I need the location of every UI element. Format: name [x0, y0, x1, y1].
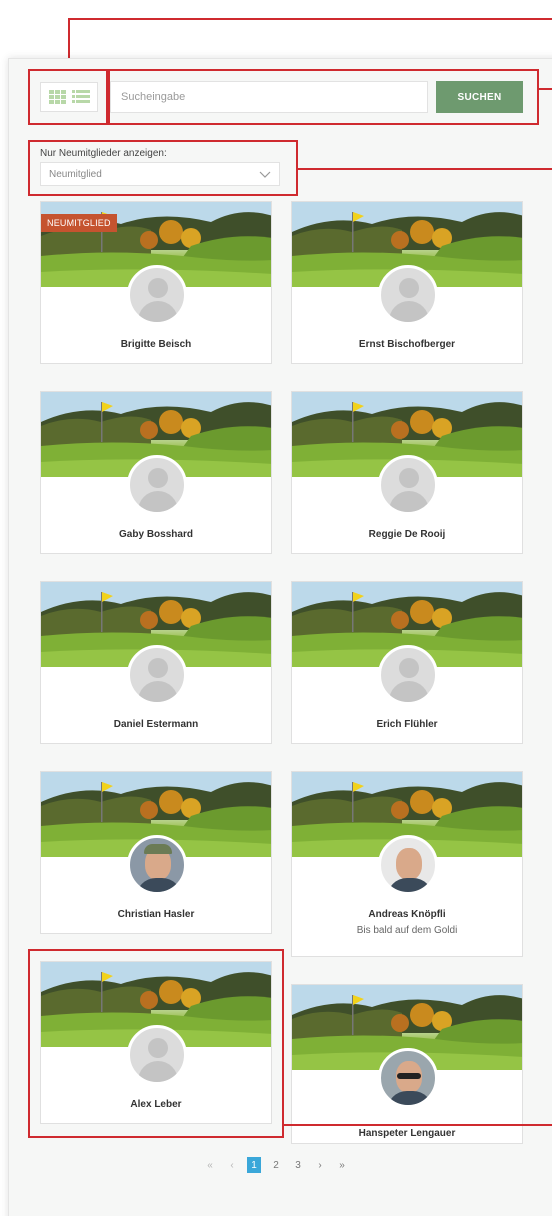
last-page-button[interactable]: » [335, 1157, 349, 1173]
annotation-line [298, 168, 552, 170]
avatar-photo [378, 835, 438, 895]
member-name[interactable]: Erich Flühler [292, 719, 522, 730]
annotation-line [68, 18, 552, 20]
member-card[interactable]: Alex Leber [40, 961, 272, 1124]
first-page-button[interactable]: « [203, 1157, 217, 1173]
member-name[interactable]: Hanspeter Lengauer [292, 1128, 522, 1139]
member-card[interactable]: Gaby Bosshard [40, 391, 272, 554]
view-toggle[interactable] [40, 82, 98, 112]
member-name[interactable]: Reggie De Rooij [292, 529, 522, 540]
avatar-photo [127, 835, 187, 895]
page-2-button[interactable]: 2 [269, 1157, 283, 1173]
page-1-button[interactable]: 1 [247, 1157, 261, 1173]
grid-view-icon[interactable] [48, 90, 67, 104]
annotation-line [284, 1124, 552, 1126]
new-member-badge: NEUMITGLIED [41, 214, 117, 232]
member-card[interactable]: Ernst Bischofberger [291, 201, 523, 364]
member-name[interactable]: Brigitte Beisch [41, 339, 271, 350]
member-card[interactable]: Christian Hasler [40, 771, 272, 934]
member-name[interactable]: Christian Hasler [41, 909, 271, 920]
annotation-line [539, 88, 552, 90]
member-name[interactable]: Gaby Bosshard [41, 529, 271, 540]
member-card[interactable]: NEUMITGLIED Brigitte Beisch [40, 201, 272, 364]
filter-label: Nur Neumitglieder anzeigen: [40, 148, 167, 159]
pagination: « ‹ 1 2 3 › » [0, 1157, 552, 1173]
avatar-photo [378, 1048, 438, 1108]
search-button[interactable]: SUCHEN [436, 81, 523, 113]
prev-page-button[interactable]: ‹ [225, 1157, 239, 1173]
member-name[interactable]: Daniel Estermann [41, 719, 271, 730]
new-member-filter-select[interactable]: Neumitglied [40, 162, 280, 186]
member-card[interactable]: Erich Flühler [291, 581, 523, 744]
member-subtitle: Bis bald auf dem Goldi [356, 925, 458, 936]
avatar-placeholder [378, 455, 438, 515]
avatar-placeholder [127, 645, 187, 705]
page-3-button[interactable]: 3 [291, 1157, 305, 1173]
avatar-placeholder [378, 645, 438, 705]
chevron-down-icon [259, 171, 271, 178]
member-card[interactable]: Andreas Knöpfli Bis bald auf dem Goldi [291, 771, 523, 957]
member-card[interactable]: Reggie De Rooij [291, 391, 523, 554]
member-card[interactable]: Daniel Estermann [40, 581, 272, 744]
list-view-icon[interactable] [71, 90, 90, 104]
avatar-placeholder [127, 265, 187, 325]
avatar-placeholder [127, 455, 187, 515]
member-name[interactable]: Ernst Bischofberger [292, 339, 522, 350]
member-name[interactable]: Andreas Knöpfli [292, 909, 522, 920]
member-name[interactable]: Alex Leber [41, 1099, 271, 1110]
avatar-placeholder [127, 1025, 187, 1085]
filter-selected-value: Neumitglied [49, 168, 102, 180]
member-card[interactable]: Hanspeter Lengauer [291, 984, 523, 1144]
avatar-placeholder [378, 265, 438, 325]
search-input[interactable] [110, 81, 428, 113]
next-page-button[interactable]: › [313, 1157, 327, 1173]
